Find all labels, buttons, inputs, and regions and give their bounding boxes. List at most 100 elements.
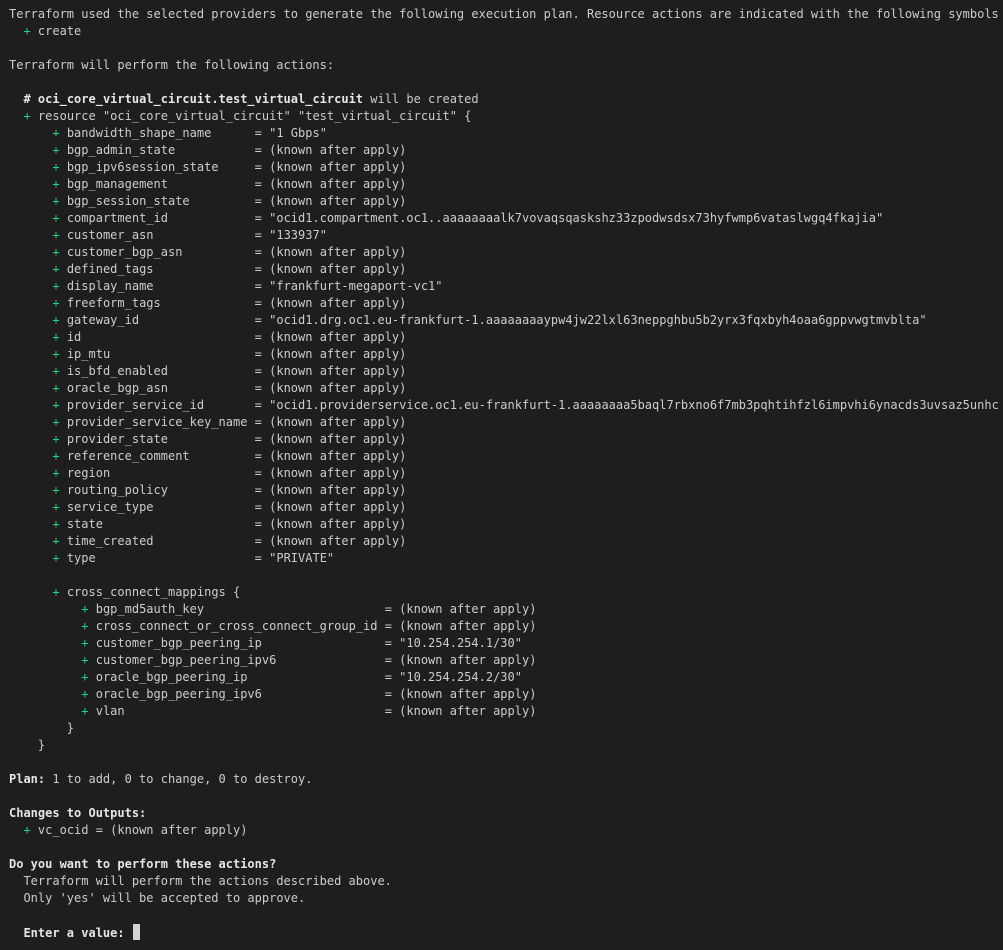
attribute-text: state = (known after apply) [66,517,407,531]
block-attribute-line: + oracle_bgp_peering_ip = "10.254.254.2/… [9,669,999,686]
attribute-line: + customer_bgp_asn = (known after apply) [9,244,999,261]
attribute-text: bgp_admin_state = (known after apply) [66,143,407,157]
attribute-text: freeform_tags = (known after apply) [66,296,407,310]
attribute-text: bandwidth_shape_name = "1 Gbps" [66,126,327,140]
attribute-line: + time_created = (known after apply) [9,533,999,550]
block-attribute-line: + vlan = (known after apply) [9,703,999,720]
create-symbol: + [52,585,60,599]
create-symbol: + [52,483,60,497]
create-symbol: + [52,551,60,565]
symbol-legend-line: + create [9,23,999,40]
block-attribute-line: + oracle_bgp_peering_ipv6 = (known after… [9,686,999,703]
create-symbol: + [23,24,31,38]
block-attribute-text: oracle_bgp_peering_ipv6 = (known after a… [95,687,537,701]
create-symbol: + [52,449,60,463]
attribute-line: + bgp_admin_state = (known after apply) [9,142,999,159]
resource-declaration: resource "oci_core_virtual_circuit" "tes… [37,109,472,123]
attribute-text: service_type = (known after apply) [66,500,407,514]
attribute-text: ip_mtu = (known after apply) [66,347,407,361]
create-symbol: + [52,330,60,344]
create-symbol: + [52,262,60,276]
resource-address: oci_core_virtual_circuit.test_virtual_ci… [37,92,364,106]
attribute-text: bgp_management = (known after apply) [66,177,407,191]
create-symbol: + [81,602,89,616]
block-attribute-line: + bgp_md5auth_key = (known after apply) [9,601,999,618]
terminal-cursor[interactable] [132,924,140,940]
attribute-line: + ip_mtu = (known after apply) [9,346,999,363]
prompt-description-1: Terraform will perform the actions descr… [23,874,392,888]
plan-summary-line: Plan: 1 to add, 0 to change, 0 to destro… [9,771,999,788]
attribute-text: provider_service_key_name = (known after… [66,415,407,429]
create-symbol: + [52,296,60,310]
attribute-line: + type = "PRIVATE" [9,550,999,567]
plan-intro-line: Terraform used the selected providers to… [9,6,999,23]
attribute-text: bgp_session_state = (known after apply) [66,194,407,208]
create-symbol: + [52,381,60,395]
block-close-brace: } [66,721,75,735]
create-symbol: + [52,415,60,429]
block-attribute-line: + cross_connect_or_cross_connect_group_i… [9,618,999,635]
create-symbol: + [52,194,60,208]
create-symbol: + [52,160,60,174]
create-symbol: + [52,228,60,242]
prompt-description-line: Terraform will perform the actions descr… [9,873,999,890]
attribute-line: + region = (known after apply) [9,465,999,482]
resource-comment-line: # oci_core_virtual_circuit.test_virtual_… [9,91,999,108]
create-symbol: + [52,126,60,140]
plan-intro-text: Terraform used the selected providers to… [9,7,999,21]
enter-value-label: Enter a value: [23,926,125,940]
attribute-line: + defined_tags = (known after apply) [9,261,999,278]
create-symbol: + [52,143,60,157]
output-item: vc_ocid = (known after apply) [37,823,248,837]
create-symbol: + [81,636,89,650]
perform-actions-line: Terraform will perform the following act… [9,57,999,74]
outputs-heading: Changes to Outputs: [9,806,147,820]
block-attribute-line: + customer_bgp_peering_ipv6 = (known aft… [9,652,999,669]
attribute-text: customer_asn = "133937" [66,228,327,242]
block-attribute-text: customer_bgp_peering_ip = "10.254.254.1/… [95,636,522,650]
attribute-text: type = "PRIVATE" [66,551,335,565]
resource-close-brace: } [37,738,46,752]
create-symbol: + [52,364,60,378]
prompt-question-line: Do you want to perform these actions? [9,856,999,873]
create-symbol: + [81,619,89,633]
attribute-line: + oracle_bgp_asn = (known after apply) [9,380,999,397]
create-symbol: + [52,279,60,293]
attribute-text: display_name = "frankfurt-megaport-vc1" [66,279,443,293]
outputs-heading-line: Changes to Outputs: [9,805,999,822]
attribute-text: gateway_id = "ocid1.drg.oc1.eu-frankfurt… [66,313,927,327]
plan-summary: 1 to add, 0 to change, 0 to destroy. [45,772,313,786]
attribute-text: bgp_ipv6session_state = (known after app… [66,160,407,174]
attribute-line: + gateway_id = "ocid1.drg.oc1.eu-frankfu… [9,312,999,329]
attribute-text: defined_tags = (known after apply) [66,262,407,276]
create-symbol: + [52,177,60,191]
cross-connect-mappings-block: cross_connect_mappings { [66,585,241,599]
block-attribute-text: vlan = (known after apply) [95,704,537,718]
block-attribute-text: cross_connect_or_cross_connect_group_id … [95,619,537,633]
create-symbol: + [52,534,60,548]
attribute-line: + freeform_tags = (known after apply) [9,295,999,312]
value-input-line[interactable]: Enter a value: [9,924,999,941]
attribute-line: + bgp_ipv6session_state = (known after a… [9,159,999,176]
attribute-line: + customer_asn = "133937" [9,227,999,244]
attribute-line: + reference_comment = (known after apply… [9,448,999,465]
create-symbol: + [81,653,89,667]
create-symbol: + [52,313,60,327]
create-symbol: + [52,432,60,446]
create-symbol: + [81,670,89,684]
prompt-question: Do you want to perform these actions? [9,857,277,871]
attribute-text: customer_bgp_asn = (known after apply) [66,245,407,259]
create-symbol: + [52,517,60,531]
block-open-line: + cross_connect_mappings { [9,584,999,601]
create-symbol: + [52,466,60,480]
attribute-line: + provider_state = (known after apply) [9,431,999,448]
prompt-description-2: Only 'yes' will be accepted to approve. [23,891,306,905]
attribute-line: + service_type = (known after apply) [9,499,999,516]
prompt-description-line: Only 'yes' will be accepted to approve. [9,890,999,907]
create-symbol: + [52,500,60,514]
